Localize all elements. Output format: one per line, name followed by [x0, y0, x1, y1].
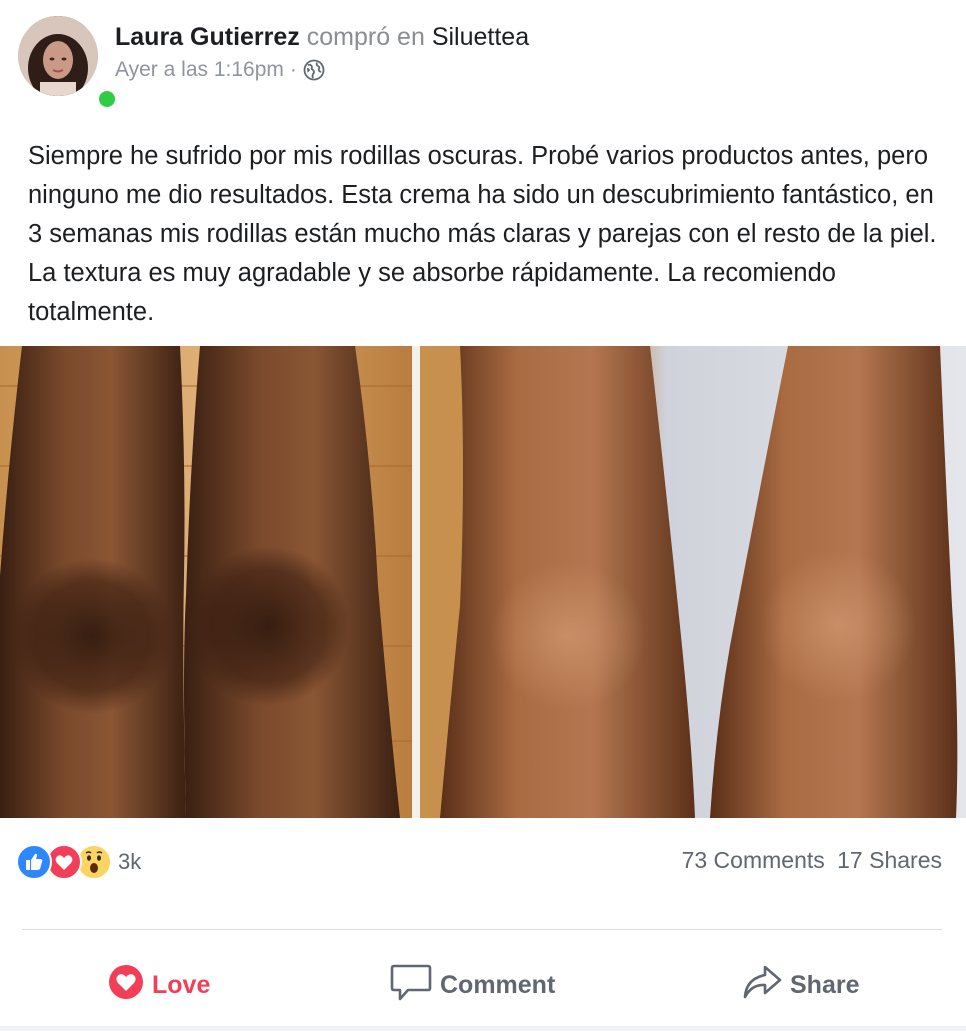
comment-icon: [390, 962, 432, 1009]
author-avatar-wrapper[interactable]: [18, 16, 118, 110]
comment-button[interactable]: Comment: [390, 955, 555, 1015]
share-icon: [742, 963, 782, 1008]
author-line: Laura Gutierrez compró en Siluettea: [115, 22, 529, 52]
online-status-indicator: [96, 88, 118, 110]
engagement-stats: 73 Comments 17 Shares: [682, 847, 942, 874]
action-bar: Love Comment Share: [0, 955, 966, 1015]
meta-separator: ·: [289, 58, 297, 81]
shares-count-link[interactable]: 17 Shares: [837, 847, 942, 873]
store-name-link[interactable]: Siluettea: [432, 23, 529, 51]
after-photo[interactable]: [420, 346, 966, 818]
globe-icon[interactable]: [303, 59, 325, 81]
comment-button-label: Comment: [440, 970, 556, 999]
author-name-link[interactable]: Laura Gutierrez: [115, 23, 300, 51]
before-photo[interactable]: [0, 346, 412, 818]
comments-count-link[interactable]: 73 Comments: [682, 847, 825, 873]
facebook-post: Laura Gutierrez compró en Siluettea Ayer…: [0, 0, 966, 1031]
action-bar-divider: [22, 929, 942, 930]
love-icon: [108, 964, 144, 1007]
share-button-label: Share: [790, 970, 860, 999]
avatar[interactable]: [18, 16, 98, 96]
photo-divider: [412, 346, 420, 818]
post-body-text: Siempre he sufrido por mis rodillas oscu…: [28, 142, 937, 326]
post-meta: Ayer a las 1:16pm ·: [115, 57, 325, 83]
reactions-summary[interactable]: 3k: [16, 843, 141, 881]
love-button[interactable]: Love: [108, 955, 210, 1015]
post-timestamp[interactable]: Ayer a las 1:16pm: [115, 57, 284, 83]
love-button-label: Love: [152, 970, 211, 999]
like-reaction-icon: [16, 844, 52, 880]
reaction-count[interactable]: 3k: [118, 849, 141, 875]
author-action-text: compró en: [306, 23, 425, 51]
share-button[interactable]: Share: [742, 955, 859, 1015]
post-bottom-border: [0, 1026, 966, 1031]
